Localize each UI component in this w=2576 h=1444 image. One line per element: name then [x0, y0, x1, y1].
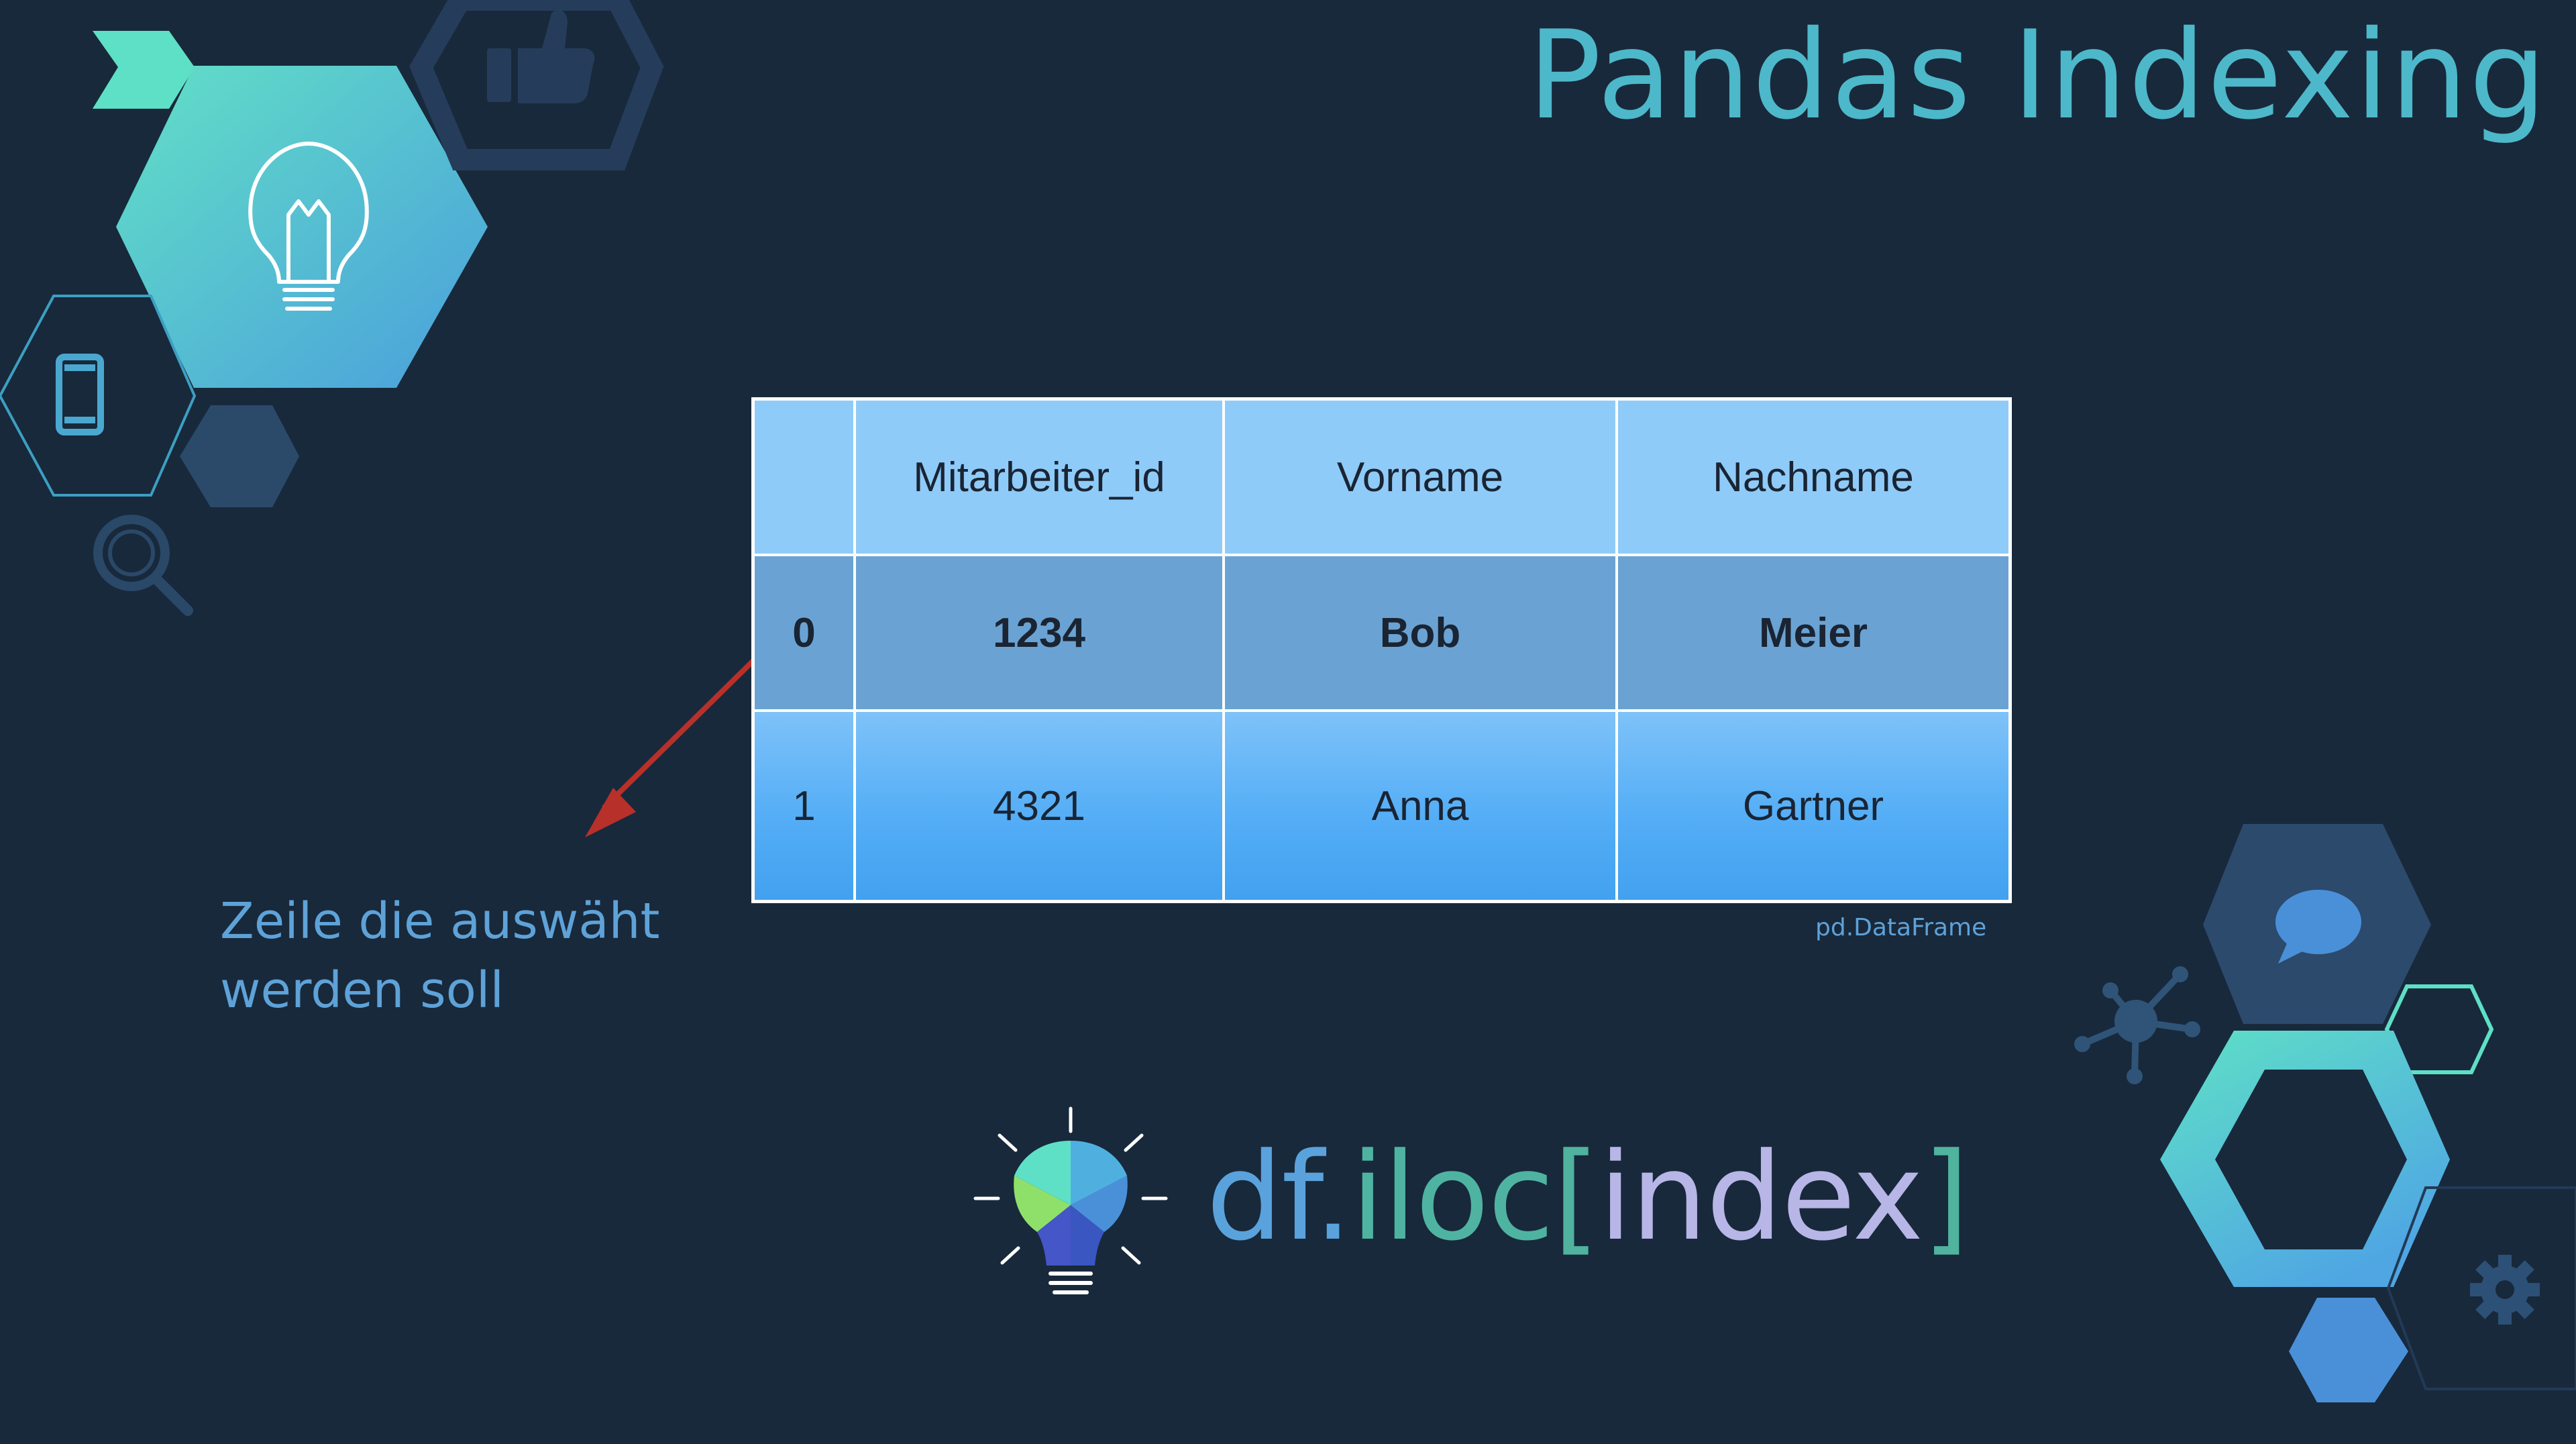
code-expression: df.iloc[index] [1206, 1127, 1970, 1268]
row-index-cell: 1 [751, 709, 856, 903]
code-part-index: index [1599, 1127, 1923, 1268]
dataframe-table: Mitarbeiter_id Vorname Nachname 0 1234 B… [751, 397, 2012, 903]
code-bracket-open: [ [1552, 1127, 1600, 1268]
code-part-iloc: iloc [1350, 1127, 1554, 1268]
page-title: Pandas Indexing [1527, 4, 2548, 146]
code-bracket-close: ] [1922, 1127, 1970, 1268]
thumbs-up-icon [487, 9, 595, 103]
table-row-selected: 0 1234 Bob Meier [751, 554, 2012, 712]
smartphone-icon [56, 354, 104, 435]
code-part-df: df. [1206, 1127, 1352, 1268]
header-vorname: Vorname [1222, 397, 1618, 556]
annotation-line-2: werden soll [220, 962, 504, 1019]
network-icon [2074, 966, 2200, 1084]
header-mitarbeiter-id: Mitarbeiter_id [853, 397, 1225, 556]
table-row: 1 4321 Anna Gartner [751, 709, 2012, 903]
annotation-line-1: Zeile die auswäht [220, 892, 660, 950]
row-index-cell: 0 [751, 554, 856, 712]
idea-bulb-icon [973, 1106, 1168, 1294]
gear-icon [2470, 1255, 2540, 1325]
magnifier-icon [93, 515, 193, 616]
table-header-row: Mitarbeiter_id Vorname Nachname [751, 397, 2012, 556]
hexagon-blue-small [2289, 1298, 2408, 1402]
table-cell: 1234 [853, 554, 1225, 712]
annotation-text: Zeile die auswäht werden soll [220, 887, 660, 1025]
table-cell: Meier [1615, 554, 2012, 712]
table-caption: pd.DataFrame [1815, 914, 1987, 941]
header-nachname: Nachname [1615, 397, 2012, 556]
table-cell: Bob [1222, 554, 1618, 712]
hexagon-dark-small [180, 405, 299, 507]
header-index [751, 397, 856, 556]
table-cell: Gartner [1615, 709, 2012, 903]
selection-arrow [585, 638, 776, 837]
table-cell: Anna [1222, 709, 1618, 903]
table-cell: 4321 [853, 709, 1225, 903]
